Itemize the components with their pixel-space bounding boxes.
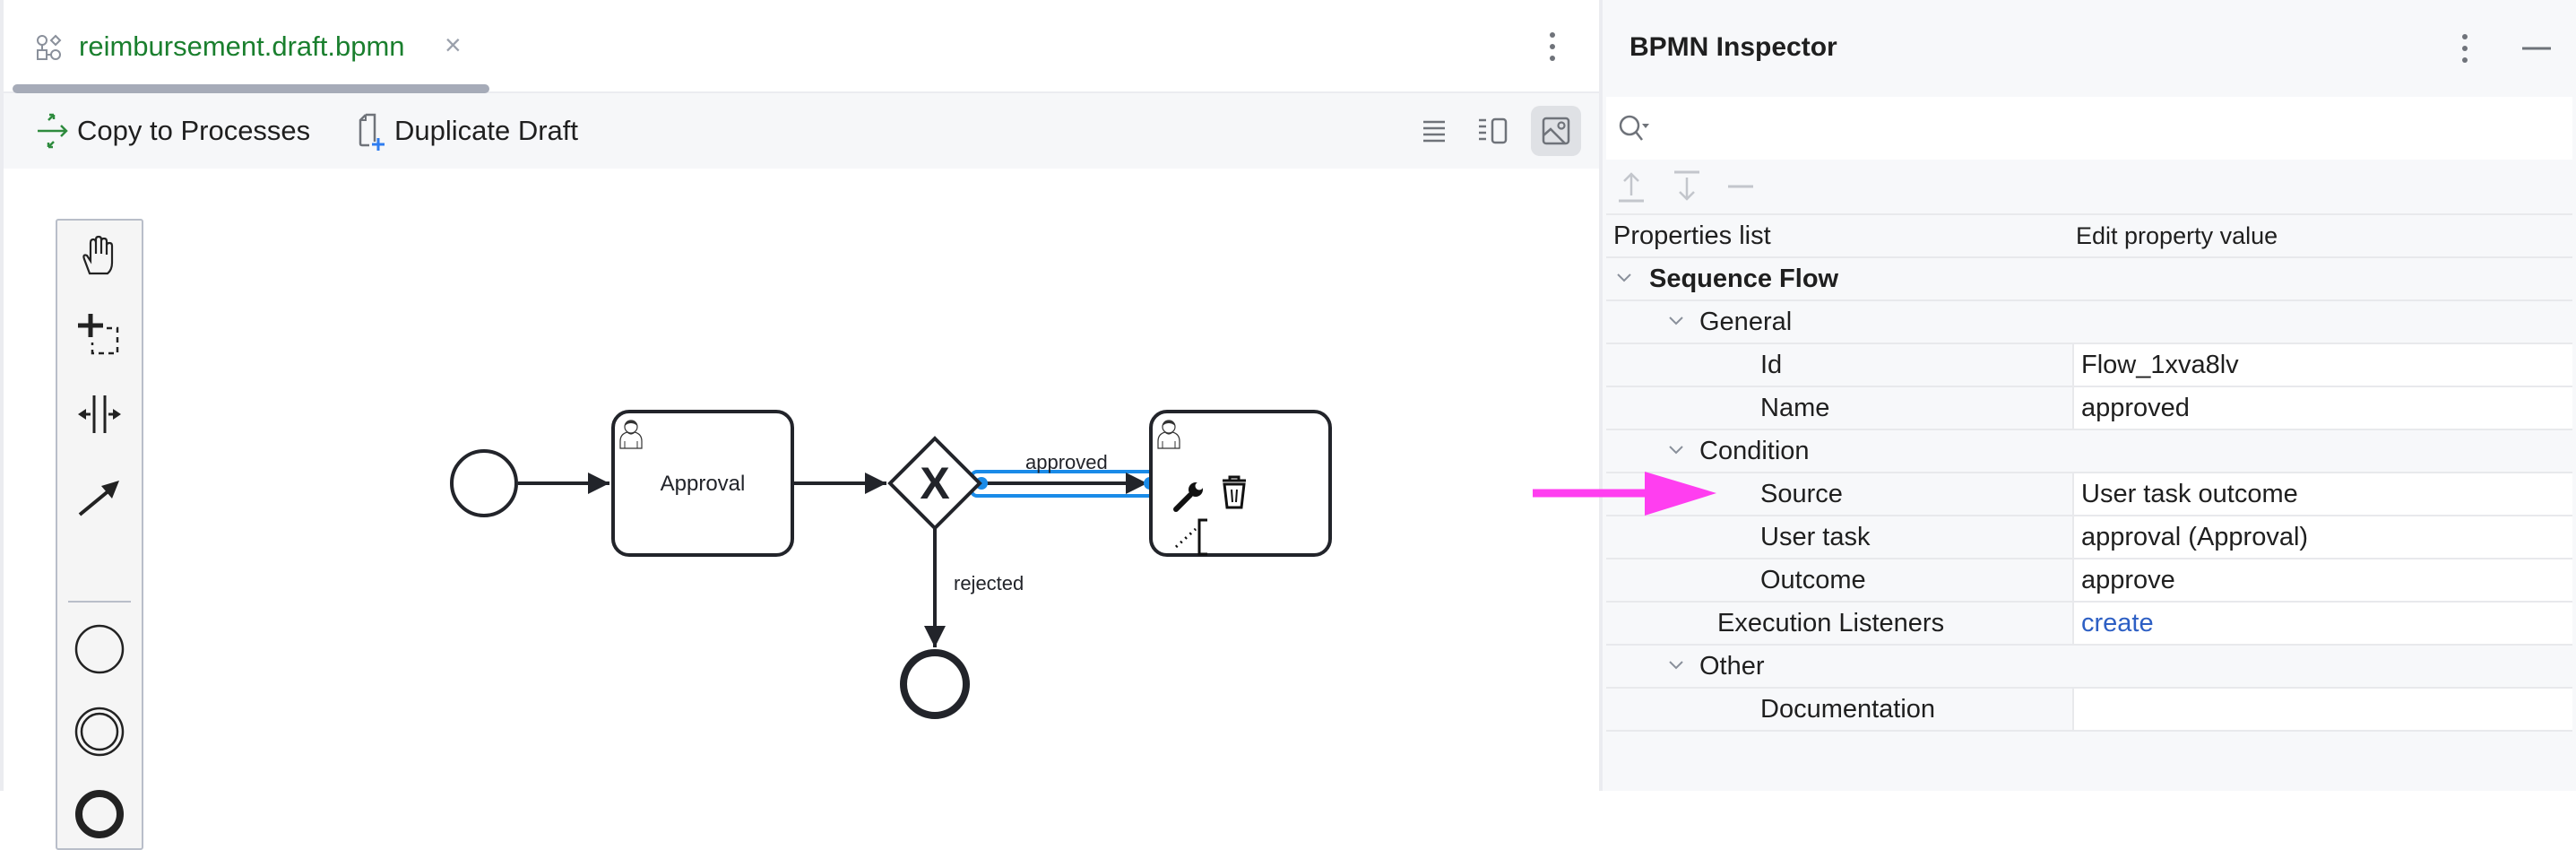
bpmn-diagram: rejected approved Approval X — [450, 410, 1332, 719]
property-row-id: Id Flow_1xva8lv — [1606, 343, 2572, 386]
property-value-name[interactable]: approved — [2072, 387, 2572, 429]
duplicate-draft-button[interactable]: Duplicate Draft — [357, 111, 578, 151]
property-value-outcome[interactable]: approve — [2072, 559, 2572, 601]
copy-transfer-icon — [38, 113, 68, 149]
property-row-source: Source User task outcome — [1606, 472, 2572, 515]
move-up-icon[interactable] — [1613, 169, 1649, 204]
more-options-icon[interactable] — [2459, 32, 2470, 65]
minimize-icon[interactable] — [2519, 32, 2554, 65]
section-label: Condition — [1699, 437, 1810, 465]
property-value-documentation[interactable] — [2072, 689, 2572, 730]
end-event[interactable] — [900, 649, 970, 719]
property-search — [1606, 97, 2572, 160]
list-lines-icon — [1423, 120, 1445, 143]
section-label: Other — [1699, 652, 1765, 681]
bpmn-file-icon — [37, 34, 62, 60]
chevron-down-icon[interactable] — [1667, 658, 1685, 672]
start-event[interactable] — [450, 449, 518, 517]
duplicate-draft-label: Duplicate Draft — [394, 115, 579, 146]
section-condition[interactable]: Condition — [1606, 429, 2572, 472]
text-view-button[interactable] — [1409, 106, 1459, 156]
inspector-toolbar — [1603, 160, 2576, 213]
create-listener-link[interactable]: create — [2072, 603, 2572, 644]
property-row-execution-listeners: Execution Listeners create — [1606, 601, 2572, 644]
property-table: Properties list Edit property value Sequ… — [1606, 213, 2572, 732]
column-header-name: Properties list — [1613, 221, 1771, 250]
property-row-name: Name approved — [1606, 386, 2572, 429]
remove-icon[interactable] — [1723, 169, 1759, 204]
move-down-icon[interactable] — [1669, 169, 1705, 204]
section-label: General — [1699, 308, 1793, 336]
task-label: Approval — [661, 472, 746, 496]
flow-label-rejected[interactable]: rejected — [954, 572, 1024, 594]
file-tab[interactable]: reimbursement.draft.bpmn × — [13, 0, 489, 93]
split-view-button[interactable] — [1468, 106, 1518, 156]
bpmn-canvas[interactable]: rejected approved Approval X — [4, 169, 1599, 850]
chevron-down-icon[interactable] — [1667, 314, 1685, 328]
editor-tab-bar: reimbursement.draft.bpmn × — [4, 0, 1599, 94]
exclusive-gateway[interactable]: X — [887, 436, 982, 531]
more-options-icon[interactable] — [1547, 30, 1558, 63]
inspector-title: BPMN Inspector — [1629, 32, 1837, 62]
property-row-user-task: User task approval (Approval) — [1606, 515, 2572, 558]
property-value-user-task[interactable]: approval (Approval) — [2072, 516, 2572, 558]
diagram-view-button[interactable] — [1531, 106, 1581, 156]
search-input[interactable] — [1664, 106, 2563, 152]
section-other[interactable]: Other — [1606, 644, 2572, 687]
end-event-icon — [75, 790, 124, 838]
close-icon[interactable]: × — [445, 30, 462, 59]
tab-title: reimbursement.draft.bpmn — [79, 30, 405, 62]
editor-pane: reimbursement.draft.bpmn × Copy to Proce… — [0, 0, 1599, 850]
inspector-header: BPMN Inspector — [1603, 0, 2576, 95]
image-preview-icon — [1542, 117, 1570, 145]
section-general[interactable]: General — [1606, 299, 2572, 343]
annotation-arrow-icon — [1533, 472, 1716, 516]
property-row-outcome: Outcome approve — [1606, 558, 2572, 601]
property-value-source[interactable]: User task outcome — [2072, 473, 2572, 515]
duplicate-file-icon — [359, 113, 385, 151]
split-view-icon — [1479, 117, 1508, 144]
gateway-x-marker: X — [920, 458, 949, 508]
column-header-value: Edit property value — [2076, 222, 2278, 249]
search-icon[interactable] — [1617, 113, 1653, 145]
copy-to-processes-label: Copy to Processes — [77, 115, 311, 146]
property-row-documentation: Documentation — [1606, 687, 2572, 732]
chevron-down-icon[interactable] — [1615, 271, 1633, 285]
editor-toolbar: Copy to Processes Duplicate Draft — [4, 93, 1599, 169]
section-sequence-flow[interactable]: Sequence Flow — [1606, 256, 2572, 299]
property-value-id[interactable]: Flow_1xva8lv — [2072, 344, 2572, 386]
bpmn-inspector-panel: BPMN Inspector Properties list Edit prop… — [1599, 0, 2576, 791]
user-task-approval[interactable]: Approval — [611, 410, 794, 557]
section-label: Sequence Flow — [1649, 265, 1839, 293]
table-header: Properties list Edit property value — [1606, 213, 2572, 256]
active-tab-indicator — [13, 84, 489, 93]
chevron-down-icon[interactable] — [1667, 443, 1685, 457]
copy-to-processes-button[interactable]: Copy to Processes — [36, 111, 310, 151]
flow-label-approved[interactable]: approved — [1025, 451, 1108, 473]
